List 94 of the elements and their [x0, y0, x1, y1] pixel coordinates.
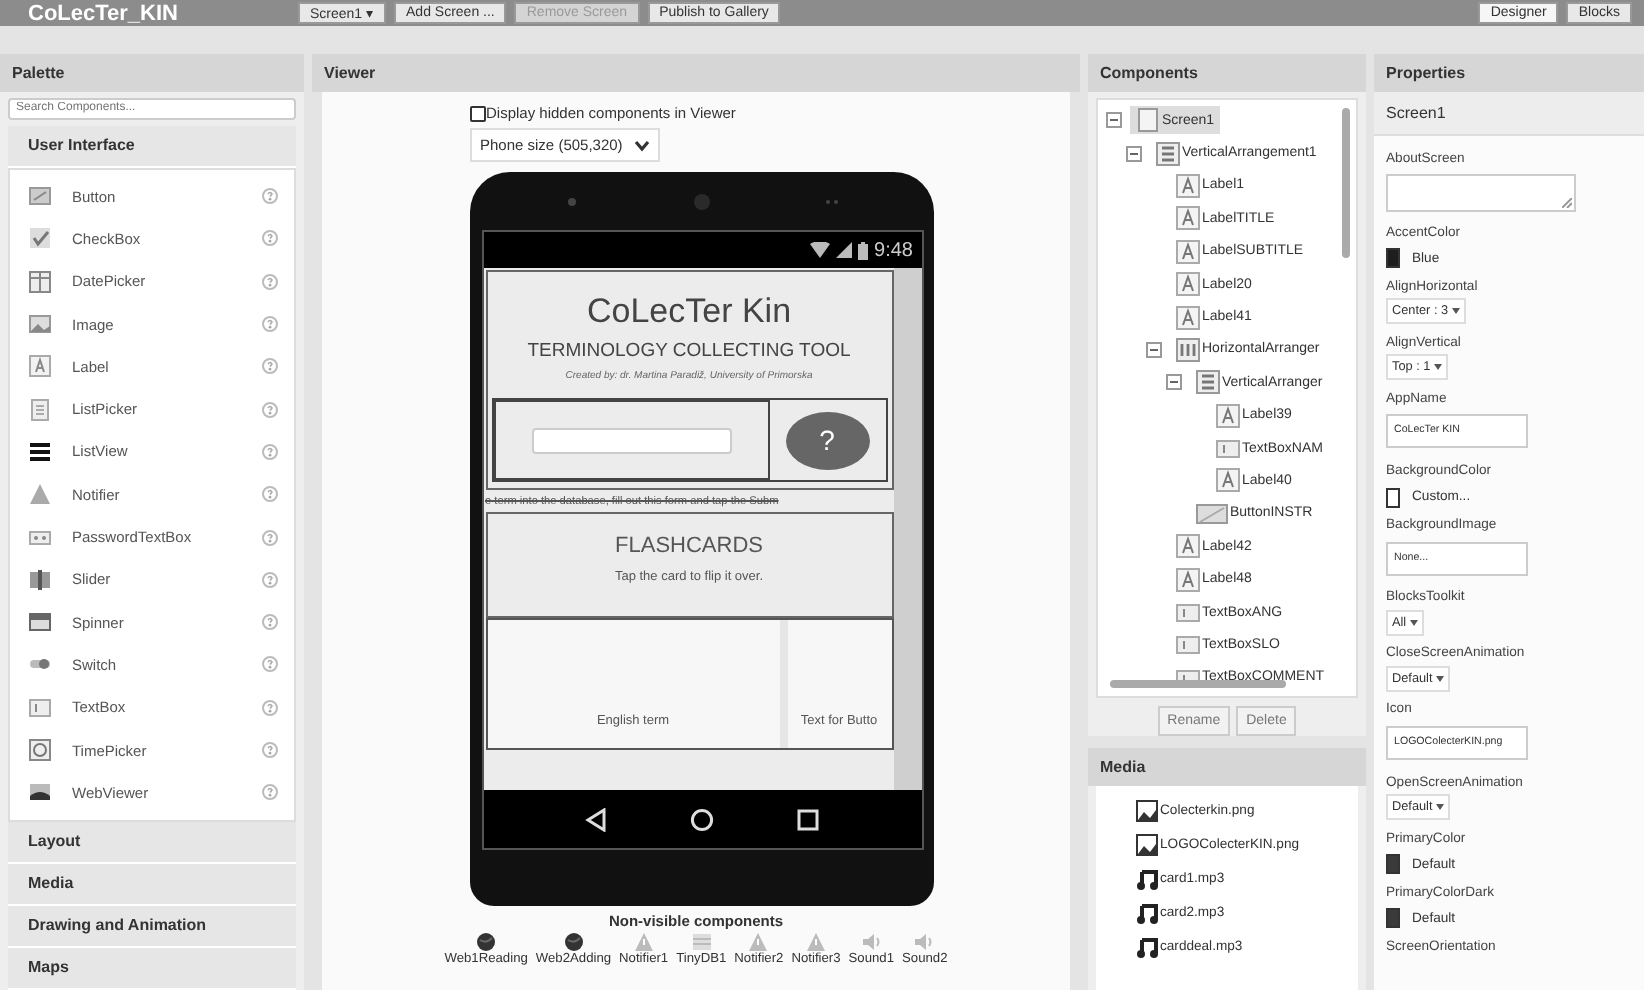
textbox-icon — [28, 695, 52, 720]
vertical-layout-icon — [1156, 141, 1180, 166]
speaker-icon — [861, 932, 882, 952]
help-icon — [262, 571, 278, 588]
project-title: CoLecTer_KIN — [28, 1, 178, 25]
list-icon — [28, 397, 52, 422]
wifi-icon — [810, 242, 831, 258]
panel-header: Palette — [0, 54, 304, 92]
caret-icon — [1434, 364, 1443, 371]
label-icon — [1176, 206, 1200, 231]
chevron-down-icon — [634, 139, 651, 151]
help-icon — [262, 358, 278, 375]
help-icon — [262, 699, 278, 716]
globe-icon — [563, 932, 584, 952]
category-header[interactable]: User Interface — [8, 125, 296, 168]
resize-handle-icon — [1562, 198, 1572, 209]
globe-icon — [476, 932, 497, 952]
music-note-icon — [1136, 902, 1158, 924]
help-icon — [262, 273, 278, 290]
label-icon — [1176, 239, 1200, 264]
battery-icon — [858, 241, 869, 259]
calendar-icon — [28, 269, 52, 294]
warning-icon — [28, 482, 52, 507]
panel-header: Media — [1088, 748, 1366, 786]
help-icon — [262, 188, 278, 205]
name-field[interactable] — [531, 427, 731, 453]
back-icon — [584, 807, 608, 831]
help-button[interactable]: ? — [785, 411, 869, 469]
music-note-icon — [1136, 936, 1158, 958]
help-icon — [262, 486, 278, 503]
home-icon — [690, 807, 714, 831]
panel-header: Components — [1088, 54, 1366, 92]
help-icon — [262, 230, 278, 247]
caret-icon — [1452, 308, 1461, 315]
button-icon — [1196, 501, 1228, 526]
panel-header: Properties — [1374, 54, 1644, 92]
label-icon — [1176, 567, 1200, 592]
category-header[interactable]: Layout — [8, 822, 296, 864]
button-icon — [28, 184, 52, 209]
category-header[interactable]: Media — [8, 864, 296, 906]
vertical-scrollbar[interactable] — [1342, 108, 1350, 258]
caret-icon — [1436, 675, 1445, 682]
textbox-icon — [1216, 436, 1240, 461]
image-icon — [28, 312, 52, 337]
caret-icon — [1436, 804, 1445, 811]
speaker-icon — [914, 932, 935, 952]
warning-icon — [633, 932, 654, 952]
image-icon — [1136, 834, 1158, 856]
password-icon — [28, 525, 52, 550]
component-name: Screen1 — [1374, 92, 1644, 136]
textbox-icon — [1176, 600, 1200, 625]
checkbox[interactable] — [470, 105, 486, 121]
app-title: CoLecTer Kin — [586, 292, 792, 332]
help-icon — [262, 401, 278, 418]
status-time: 9:48 — [874, 239, 913, 261]
label-icon — [1216, 468, 1240, 493]
help-icon — [262, 742, 278, 759]
globe-icon — [28, 780, 52, 805]
list-icon — [28, 439, 52, 464]
label-icon — [1216, 403, 1240, 428]
caret-icon — [1410, 619, 1419, 626]
horizontal-layout-icon — [1176, 337, 1200, 362]
help-icon — [262, 614, 278, 631]
app-subtitle: TERMINOLOGY COLLECTING TOOL — [527, 340, 851, 362]
database-icon — [691, 932, 712, 952]
horizontal-scrollbar[interactable] — [1110, 680, 1286, 688]
help-icon — [262, 529, 278, 546]
text-area[interactable] — [1386, 174, 1576, 213]
dropdown-icon — [28, 610, 52, 635]
label-icon — [1176, 534, 1200, 559]
panel-header: Viewer — [312, 54, 1080, 92]
checkmark-icon — [28, 226, 52, 251]
signal-icon — [836, 242, 853, 258]
category-header[interactable]: Maps — [8, 948, 296, 990]
label-icon — [1176, 173, 1200, 198]
slider-icon — [28, 567, 52, 592]
recents-icon — [796, 807, 820, 831]
category-header[interactable]: Drawing and Animation — [8, 906, 296, 948]
help-icon — [262, 784, 278, 801]
label-icon — [28, 354, 52, 379]
music-note-icon — [1136, 868, 1158, 890]
help-icon — [262, 443, 278, 460]
warning-icon — [748, 932, 769, 952]
screen-icon — [1136, 108, 1160, 133]
textbox-icon — [1176, 632, 1200, 657]
warning-icon — [806, 932, 826, 952]
help-icon — [262, 316, 278, 333]
vertical-layout-icon — [1196, 370, 1220, 395]
help-icon — [262, 656, 278, 673]
image-icon — [1136, 800, 1158, 822]
label-icon — [1176, 272, 1200, 297]
flashcards-title: FLASHCARDS — [615, 534, 763, 558]
label-icon — [1176, 305, 1200, 330]
clock-icon — [28, 738, 52, 763]
